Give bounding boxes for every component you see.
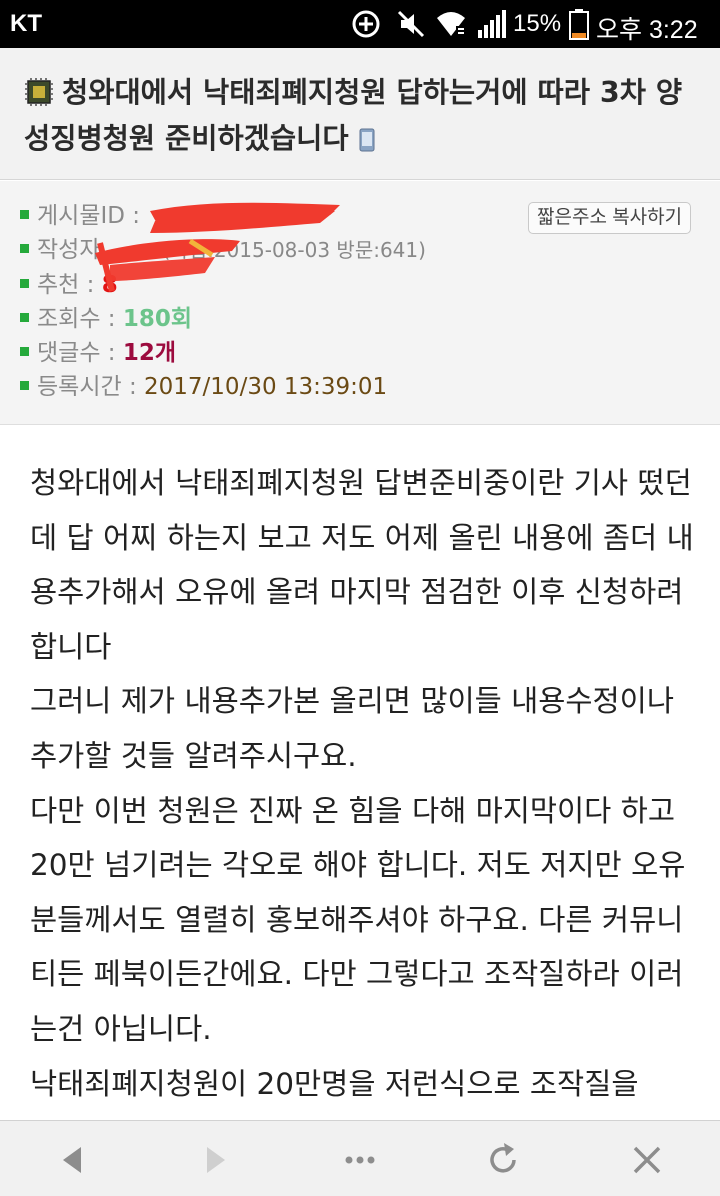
post-meta: 게시물ID : 작성자 (가입:2015-08-03 방문:641) 추천 : 8… — [0, 181, 720, 425]
meta-date: 등록시간 : 2017/10/30 13:39:01 — [20, 372, 387, 402]
bullet-icon — [20, 279, 29, 288]
bullet-icon — [20, 347, 29, 356]
battery-icon — [569, 9, 589, 40]
data-saver-icon — [352, 10, 380, 38]
comment-count: 12개 — [122, 340, 177, 366]
bullet-icon — [20, 313, 29, 322]
carrier-label: KT — [10, 10, 42, 37]
body-paragraph: 청와대에서 낙태죄폐지청원 답변준비중이란 기사 떴던데 답 어찌 하는지 보고… — [30, 466, 694, 664]
mobile-icon — [359, 128, 375, 152]
battery-percent: 15% — [513, 10, 562, 37]
back-icon[interactable] — [48, 1135, 98, 1185]
meta-views: 조회수 : 180회 — [20, 304, 192, 334]
bullet-icon — [20, 244, 29, 253]
body-paragraph: 다만 이번 청원은 진짜 온 힘을 다해 마지막이다 하고 20만 넘기려는 각… — [30, 793, 686, 1046]
meta-author: 작성자 (가입:2015-08-03 방문:641) — [20, 235, 426, 265]
meta-recommend: 추천 : 8 — [20, 270, 118, 300]
chip-icon — [25, 78, 53, 106]
meta-post-id: 게시물ID : — [20, 201, 140, 231]
author-join-info: (가입:2015-08-03 방문:641) — [162, 238, 426, 262]
more-icon[interactable] — [335, 1135, 385, 1185]
status-bar: KT 15% 오후 3:22 — [0, 0, 720, 48]
bullet-icon — [20, 210, 29, 219]
body-paragraph: 그러니 제가 내용추가본 올리면 많이들 내용수정이나 추가할 것들 알려주시구… — [30, 684, 674, 773]
post-title-text: 청와대에서 낙태죄폐지청원 답하는거에 따라 3차 양성징병청원 준비하겠습니다 — [24, 76, 683, 155]
body-paragraph: 낙태죄폐지청원이 20만명을 저런식으로 조작질을 — [30, 1066, 639, 1101]
wifi-icon — [437, 12, 465, 36]
forward-icon[interactable] — [190, 1135, 240, 1185]
post-title-area: 청와대에서 낙태죄폐지청원 답하는거에 따라 3차 양성징병청원 준비하겠습니다 — [0, 48, 720, 180]
clock: 오후 3:22 — [596, 16, 698, 44]
copy-short-url-button[interactable]: 짧은주소 복사하기 — [528, 202, 692, 234]
browser-bottom-bar — [0, 1120, 720, 1196]
recommend-count: 8 — [101, 272, 118, 298]
refresh-icon[interactable] — [478, 1135, 528, 1185]
close-icon[interactable] — [622, 1135, 672, 1185]
mute-icon — [397, 10, 425, 38]
post-body: 청와대에서 낙태죄폐지청원 답변준비중이란 기사 떴던데 답 어찌 하는지 보고… — [30, 456, 694, 1111]
bullet-icon — [20, 381, 29, 390]
view-count: 180회 — [122, 306, 193, 332]
meta-comments: 댓글수 : 12개 — [20, 338, 176, 368]
signal-icon — [478, 10, 506, 38]
post-title: 청와대에서 낙태죄폐지청원 답하는거에 따라 3차 양성징병청원 준비하겠습니다 — [24, 70, 696, 162]
post-date: 2017/10/30 13:39:01 — [144, 374, 388, 400]
